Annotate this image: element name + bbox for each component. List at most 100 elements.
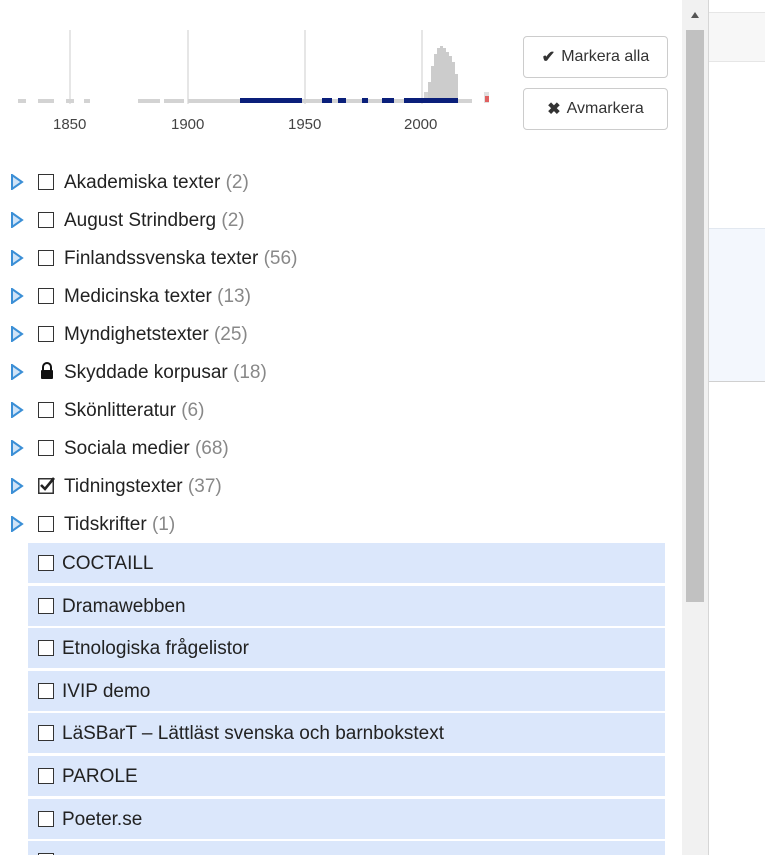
expand-arrow-icon[interactable]: [10, 402, 24, 418]
checkbox[interactable]: [38, 555, 54, 571]
corpus-row[interactable]: LäSBarT – Lättläst svenska och barnbokst…: [28, 713, 665, 754]
checkbox[interactable]: [38, 640, 54, 657]
folder-count: (68): [194, 438, 229, 459]
time-histogram[interactable]: 1850 1900 1950 2000: [0, 30, 500, 140]
folder-label[interactable]: August Strindberg (2): [64, 210, 245, 232]
timeline-bar: [394, 99, 404, 103]
folder-row[interactable]: August Strindberg (2): [0, 201, 680, 239]
timeline-bar: [431, 66, 434, 103]
corpus-row[interactable]: IVIP demo: [28, 670, 665, 711]
folder-row[interactable]: Medicinska texter (13): [0, 277, 680, 315]
timeline-selected-range: [382, 98, 394, 103]
folder-label[interactable]: Skyddade korpusar (18): [64, 362, 267, 384]
folder-count: (37): [187, 476, 222, 497]
timeline-tick-label: 2000: [404, 116, 438, 133]
corpus-row[interactable]: Dramawebben: [28, 585, 665, 626]
timeline-bar: [434, 54, 437, 103]
timeline-bar: [38, 99, 54, 103]
timeline-bar: [346, 99, 362, 103]
checkbox[interactable]: [38, 250, 54, 266]
timeline-bar: [164, 99, 184, 103]
folder-name: August Strindberg: [64, 210, 217, 231]
timeline-bar: [332, 99, 338, 103]
expand-arrow-icon[interactable]: [10, 174, 24, 190]
timeline-selected-range: [404, 98, 424, 103]
timeline-bar: [446, 52, 449, 103]
timeline-undated-bar: [485, 96, 489, 102]
timeline-tick-label: 1950: [288, 116, 322, 133]
folder-name: Medicinska texter: [64, 286, 212, 307]
timeline-bar: [188, 99, 240, 103]
expand-arrow-icon[interactable]: [10, 440, 24, 456]
folder-label[interactable]: Tidningstexter (37): [64, 476, 222, 498]
corpus-label: COCTAILL: [62, 553, 154, 574]
expand-arrow-icon[interactable]: [10, 250, 24, 266]
folder-row[interactable]: Tidningstexter (37): [0, 467, 680, 505]
folder-label[interactable]: Medicinska texter (13): [64, 286, 251, 308]
folder-row[interactable]: Skönlitteratur (6): [0, 391, 680, 429]
timeline-selected-range: [240, 98, 302, 103]
folder-label[interactable]: Skönlitteratur (6): [64, 400, 204, 422]
checkbox[interactable]: [38, 516, 54, 532]
checkbox[interactable]: [38, 768, 54, 784]
scroll-up-arrow-icon[interactable]: [682, 6, 708, 24]
checkbox[interactable]: [38, 326, 54, 342]
corpus-row[interactable]: PAROLE: [28, 756, 665, 796]
corpus-row[interactable]: Etnologiska frågelistor: [28, 628, 665, 669]
checkbox[interactable]: [38, 810, 54, 827]
folder-row[interactable]: Tidskrifter (1): [0, 505, 680, 543]
checkbox[interactable]: [38, 682, 54, 699]
folder-name: Finlandssvenska texter: [64, 248, 259, 269]
folder-count: (13): [217, 286, 251, 307]
checkbox[interactable]: [38, 212, 54, 228]
folder-label[interactable]: Tidskrifter (1): [64, 514, 175, 536]
folder-row[interactable]: Akademiska texter (2): [0, 163, 680, 201]
folder-row[interactable]: Skyddade korpusar (18): [0, 353, 680, 391]
background-content-strip: [708, 228, 765, 382]
corpus-label: LäSBarT – Lättläst svenska och barnbokst…: [62, 723, 444, 745]
check-icon: ✔: [541, 49, 556, 66]
timeline-bar: [452, 62, 455, 103]
checkbox[interactable]: [38, 597, 54, 614]
folder-name: Skyddade korpusar: [64, 362, 228, 383]
lock-icon: [41, 362, 53, 379]
background-header-strip: [708, 12, 765, 62]
select-all-button[interactable]: ✔ Markera alla: [523, 36, 668, 78]
expand-arrow-icon[interactable]: [10, 326, 24, 342]
checkbox[interactable]: [38, 402, 54, 418]
corpus-row-partial[interactable]: [28, 841, 665, 855]
corpus-row[interactable]: COCTAILL: [28, 543, 665, 583]
expand-arrow-icon[interactable]: [10, 288, 24, 304]
expand-arrow-icon[interactable]: [10, 364, 24, 380]
timeline-bar: [458, 99, 472, 103]
expand-arrow-icon[interactable]: [10, 212, 24, 228]
folder-label[interactable]: Akademiska texter (2): [64, 172, 249, 194]
folder-label[interactable]: Sociala medier (68): [64, 438, 229, 460]
expand-arrow-icon[interactable]: [10, 478, 24, 494]
folder-row[interactable]: Sociala medier (68): [0, 429, 680, 467]
folder-row[interactable]: Myndighetstexter (25): [0, 315, 680, 353]
timeline-selected-range: [322, 98, 332, 103]
checkbox-checked[interactable]: [38, 476, 56, 494]
expand-arrow-icon[interactable]: [10, 516, 24, 532]
deselect-all-button[interactable]: ✖ Avmarkera: [523, 88, 668, 130]
vertical-scrollbar[interactable]: [682, 0, 708, 855]
folder-label[interactable]: Myndighetstexter (25): [64, 324, 248, 346]
corpus-chooser-panel: 1850 1900 1950 2000 ✔ Markera alla ✖ Avm…: [0, 0, 709, 855]
checkbox[interactable]: [38, 440, 54, 456]
corpus-label: Dramawebben: [62, 595, 186, 617]
checkbox[interactable]: [38, 725, 54, 742]
scrollbar-thumb[interactable]: [686, 30, 704, 602]
timeline-tick-label: 1900: [171, 116, 205, 133]
timeline-bar: [18, 99, 26, 103]
checkbox[interactable]: [38, 288, 54, 304]
folder-name: Sociala medier: [64, 438, 190, 459]
folder-row[interactable]: Finlandssvenska texter (56): [0, 239, 680, 277]
folder-name: Myndighetstexter: [64, 324, 209, 345]
folder-count: (2): [225, 172, 249, 193]
folder-count: (1): [151, 514, 176, 535]
checkbox[interactable]: [38, 174, 54, 190]
folder-label[interactable]: Finlandssvenska texter (56): [64, 248, 297, 270]
close-icon: ✖: [547, 101, 561, 118]
corpus-row[interactable]: Poeter.se: [28, 798, 665, 839]
